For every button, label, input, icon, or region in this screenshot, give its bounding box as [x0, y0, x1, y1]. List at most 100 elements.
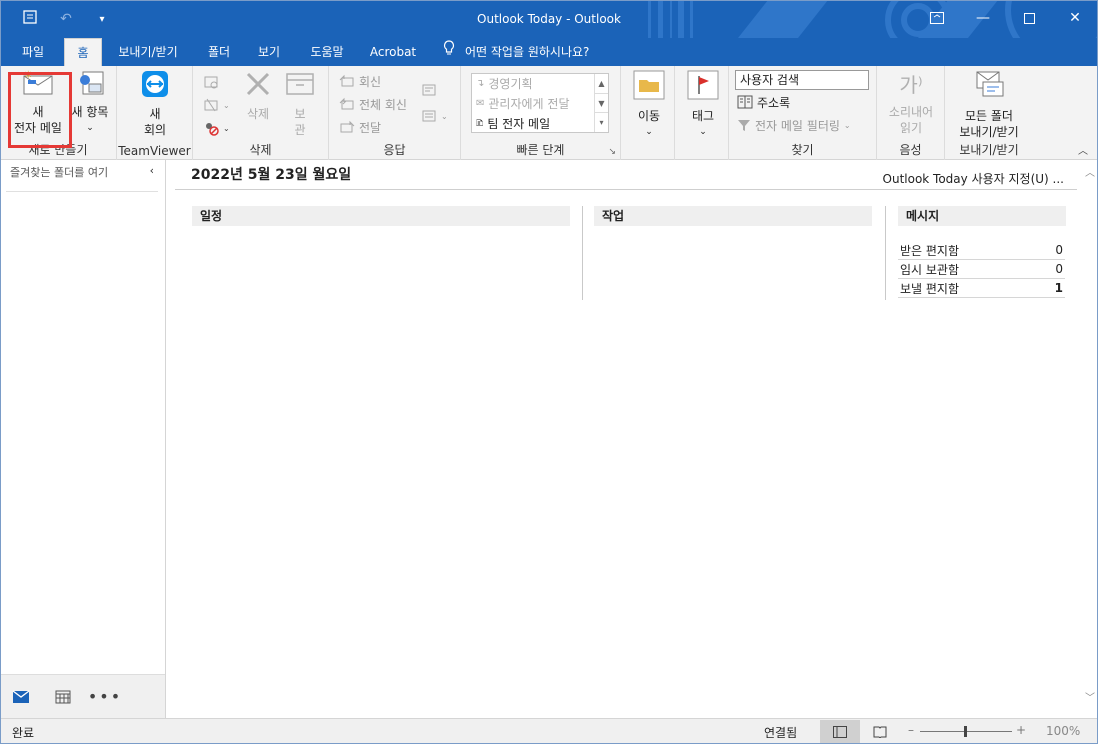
tab-help[interactable]: 도움말: [300, 38, 354, 66]
tab-folder[interactable]: 폴더: [198, 38, 240, 66]
group-new-label: 새로 만들기: [28, 143, 88, 157]
ribbon-display-options-icon[interactable]: [914, 0, 960, 36]
move-label: 이동: [637, 109, 661, 123]
quick-step-item[interactable]: 🗈 팀 전자 메일: [472, 114, 608, 134]
archive-label-2: 관: [294, 123, 306, 137]
ignore-icon[interactable]: [203, 72, 219, 92]
tell-me-text: 어떤 작업을 원하시나요?: [465, 45, 590, 59]
status-text: 완료: [12, 726, 35, 740]
reply-all-button[interactable]: 전체 회신: [339, 94, 407, 114]
meeting-reply-icon[interactable]: [421, 80, 437, 100]
quick-step-label: 경영기획: [488, 77, 533, 91]
tab-view[interactable]: 보기: [248, 38, 290, 66]
search-people-input[interactable]: 사용자 검색: [735, 70, 869, 90]
send-receive-label-2: 보내기/받기: [959, 125, 1019, 139]
quick-step-item[interactable]: ✉ 관리자에게 전달: [472, 94, 608, 114]
minimize-icon[interactable]: —: [960, 0, 1006, 36]
new-items-button[interactable]: 새 항목 ⌄: [68, 70, 112, 136]
vertical-scrollbar[interactable]: ︿ ﹀: [1082, 160, 1098, 718]
message-count: 0: [1055, 243, 1063, 257]
forward-icon: [340, 120, 355, 133]
quick-step-label: 관리자에게 전달: [488, 97, 570, 111]
group-delete: ⌄ ⌄ 삭제 보 관 삭제: [193, 66, 329, 160]
flag-icon: [683, 70, 723, 104]
quick-steps-gallery: ↴ 경영기획 ✉ 관리자에게 전달 🗈 팀 전자 메일 ▲ ▼ ▾: [471, 73, 609, 133]
tell-me-box[interactable]: 어떤 작업을 원하시나요?: [443, 38, 589, 66]
delete-button[interactable]: 삭제: [239, 70, 277, 122]
filter-icon: [738, 120, 750, 131]
group-find: 사용자 검색 주소록 전자 메일 필터링 ⌄ 찾기: [729, 66, 877, 160]
read-aloud-label-2: 읽기: [899, 121, 923, 135]
reply-button[interactable]: 회신: [339, 71, 381, 91]
delete-label: 삭제: [246, 107, 270, 121]
new-email-label-2: 전자 메일: [14, 121, 62, 135]
new-email-button[interactable]: ✳ 새 전자 메일: [12, 70, 64, 136]
junk-icon[interactable]: ⌄: [203, 118, 230, 138]
divider: [175, 189, 1077, 190]
messages-header[interactable]: 메시지: [898, 206, 1066, 226]
teamviewer-new-meeting-button[interactable]: 새 회의: [131, 70, 179, 138]
group-teamviewer-label: TeamViewer: [118, 144, 191, 158]
read-aloud-button[interactable]: 가⁾ 소리내어 읽기: [883, 70, 939, 136]
zoom-thumb[interactable]: [964, 726, 967, 737]
customize-outlook-today-link[interactable]: Outlook Today 사용자 지정(U) ...: [883, 170, 1064, 187]
normal-view-icon[interactable]: [820, 720, 860, 743]
reply-all-label: 전체 회신: [359, 97, 407, 112]
message-count: 0: [1055, 262, 1063, 276]
forward-button[interactable]: 전달: [339, 117, 381, 137]
message-row-inbox[interactable]: 받은 편지함 0: [898, 241, 1065, 260]
zoom-slider[interactable]: – +: [906, 723, 1026, 741]
address-book-button[interactable]: 주소록: [737, 92, 790, 112]
archive-button[interactable]: 보 관: [281, 70, 319, 138]
svg-text:✳: ✳: [24, 70, 32, 81]
message-folder-name: 받은 편지함: [900, 243, 960, 258]
ribbon: ✳ 새 전자 메일 새 항목 ⌄ 새로 만들기 새 회의 TeamViewer: [0, 66, 1098, 160]
today-date: 2022년 5월 23일 월요일: [191, 167, 352, 183]
quick-steps-scroll[interactable]: ▲ ▼ ▾: [594, 74, 608, 132]
group-quick-steps: ↴ 경영기획 ✉ 관리자에게 전달 🗈 팀 전자 메일 ▲ ▼ ▾ 빠른 단계 …: [461, 66, 621, 160]
filter-email-button[interactable]: 전자 메일 필터링 ⌄: [737, 115, 851, 135]
tab-send-receive[interactable]: 보내기/받기: [108, 38, 188, 66]
scroll-up-icon[interactable]: ︿: [1085, 164, 1095, 179]
favorites-hint: 즐겨찾는 폴더를 여기: [10, 166, 109, 179]
teamviewer-icon: [131, 70, 179, 102]
message-row-drafts[interactable]: 임시 보관함 0: [898, 260, 1065, 279]
quick-step-item[interactable]: ↴ 경영기획: [472, 74, 608, 94]
calendar-header[interactable]: 일정: [192, 206, 570, 226]
zoom-out-icon[interactable]: –: [908, 723, 914, 737]
scroll-down-icon[interactable]: ﹀: [1085, 689, 1095, 704]
tags-button[interactable]: 태그 ⌄: [683, 70, 723, 140]
reply-label: 회신: [359, 74, 382, 89]
tab-acrobat[interactable]: Acrobat: [362, 38, 424, 66]
more-apps-icon[interactable]: •••: [84, 675, 126, 719]
more-respond-icon[interactable]: ⌄: [421, 106, 448, 126]
forward-envelope-icon: ✉: [476, 98, 485, 109]
collapse-ribbon-icon[interactable]: ︿: [1078, 142, 1088, 157]
new-email-label-1: 새: [32, 105, 44, 119]
calendar-icon[interactable]: [42, 675, 84, 719]
new-items-icon: [68, 70, 112, 100]
read-aloud-icon: 가⁾: [899, 73, 923, 97]
connection-status: 연결됨: [764, 726, 798, 740]
tab-home[interactable]: 홈: [64, 38, 102, 66]
move-button[interactable]: 이동 ⌄: [629, 70, 669, 140]
reading-view-icon[interactable]: [860, 720, 900, 743]
clean-up-icon[interactable]: ⌄: [203, 95, 230, 115]
zoom-in-icon[interactable]: +: [1016, 723, 1026, 737]
zoom-level[interactable]: 100%: [1046, 724, 1080, 738]
group-teamviewer: 새 회의 TeamViewer: [117, 66, 193, 160]
tab-file[interactable]: 파일: [12, 38, 54, 66]
collapse-pane-icon[interactable]: ‹: [150, 164, 154, 177]
group-speech-label: 음성: [899, 143, 922, 157]
dialog-launcher-icon[interactable]: ↘: [608, 147, 616, 157]
send-receive-all-button[interactable]: 모든 폴더 보내기/받기: [951, 70, 1027, 140]
close-icon[interactable]: ✕: [1052, 0, 1098, 36]
group-send-receive-label: 보내기/받기: [959, 143, 1019, 157]
message-row-outbox[interactable]: 보낼 편지함 1: [898, 279, 1065, 298]
tasks-header[interactable]: 작업: [594, 206, 872, 226]
group-new: ✳ 새 전자 메일 새 항목 ⌄ 새로 만들기: [0, 66, 117, 160]
group-move: 이동 ⌄: [621, 66, 675, 160]
favorites-header: 즐겨찾는 폴더를 여기 ‹: [6, 162, 158, 192]
maximize-icon[interactable]: [1006, 0, 1052, 36]
mail-icon[interactable]: [0, 675, 42, 719]
